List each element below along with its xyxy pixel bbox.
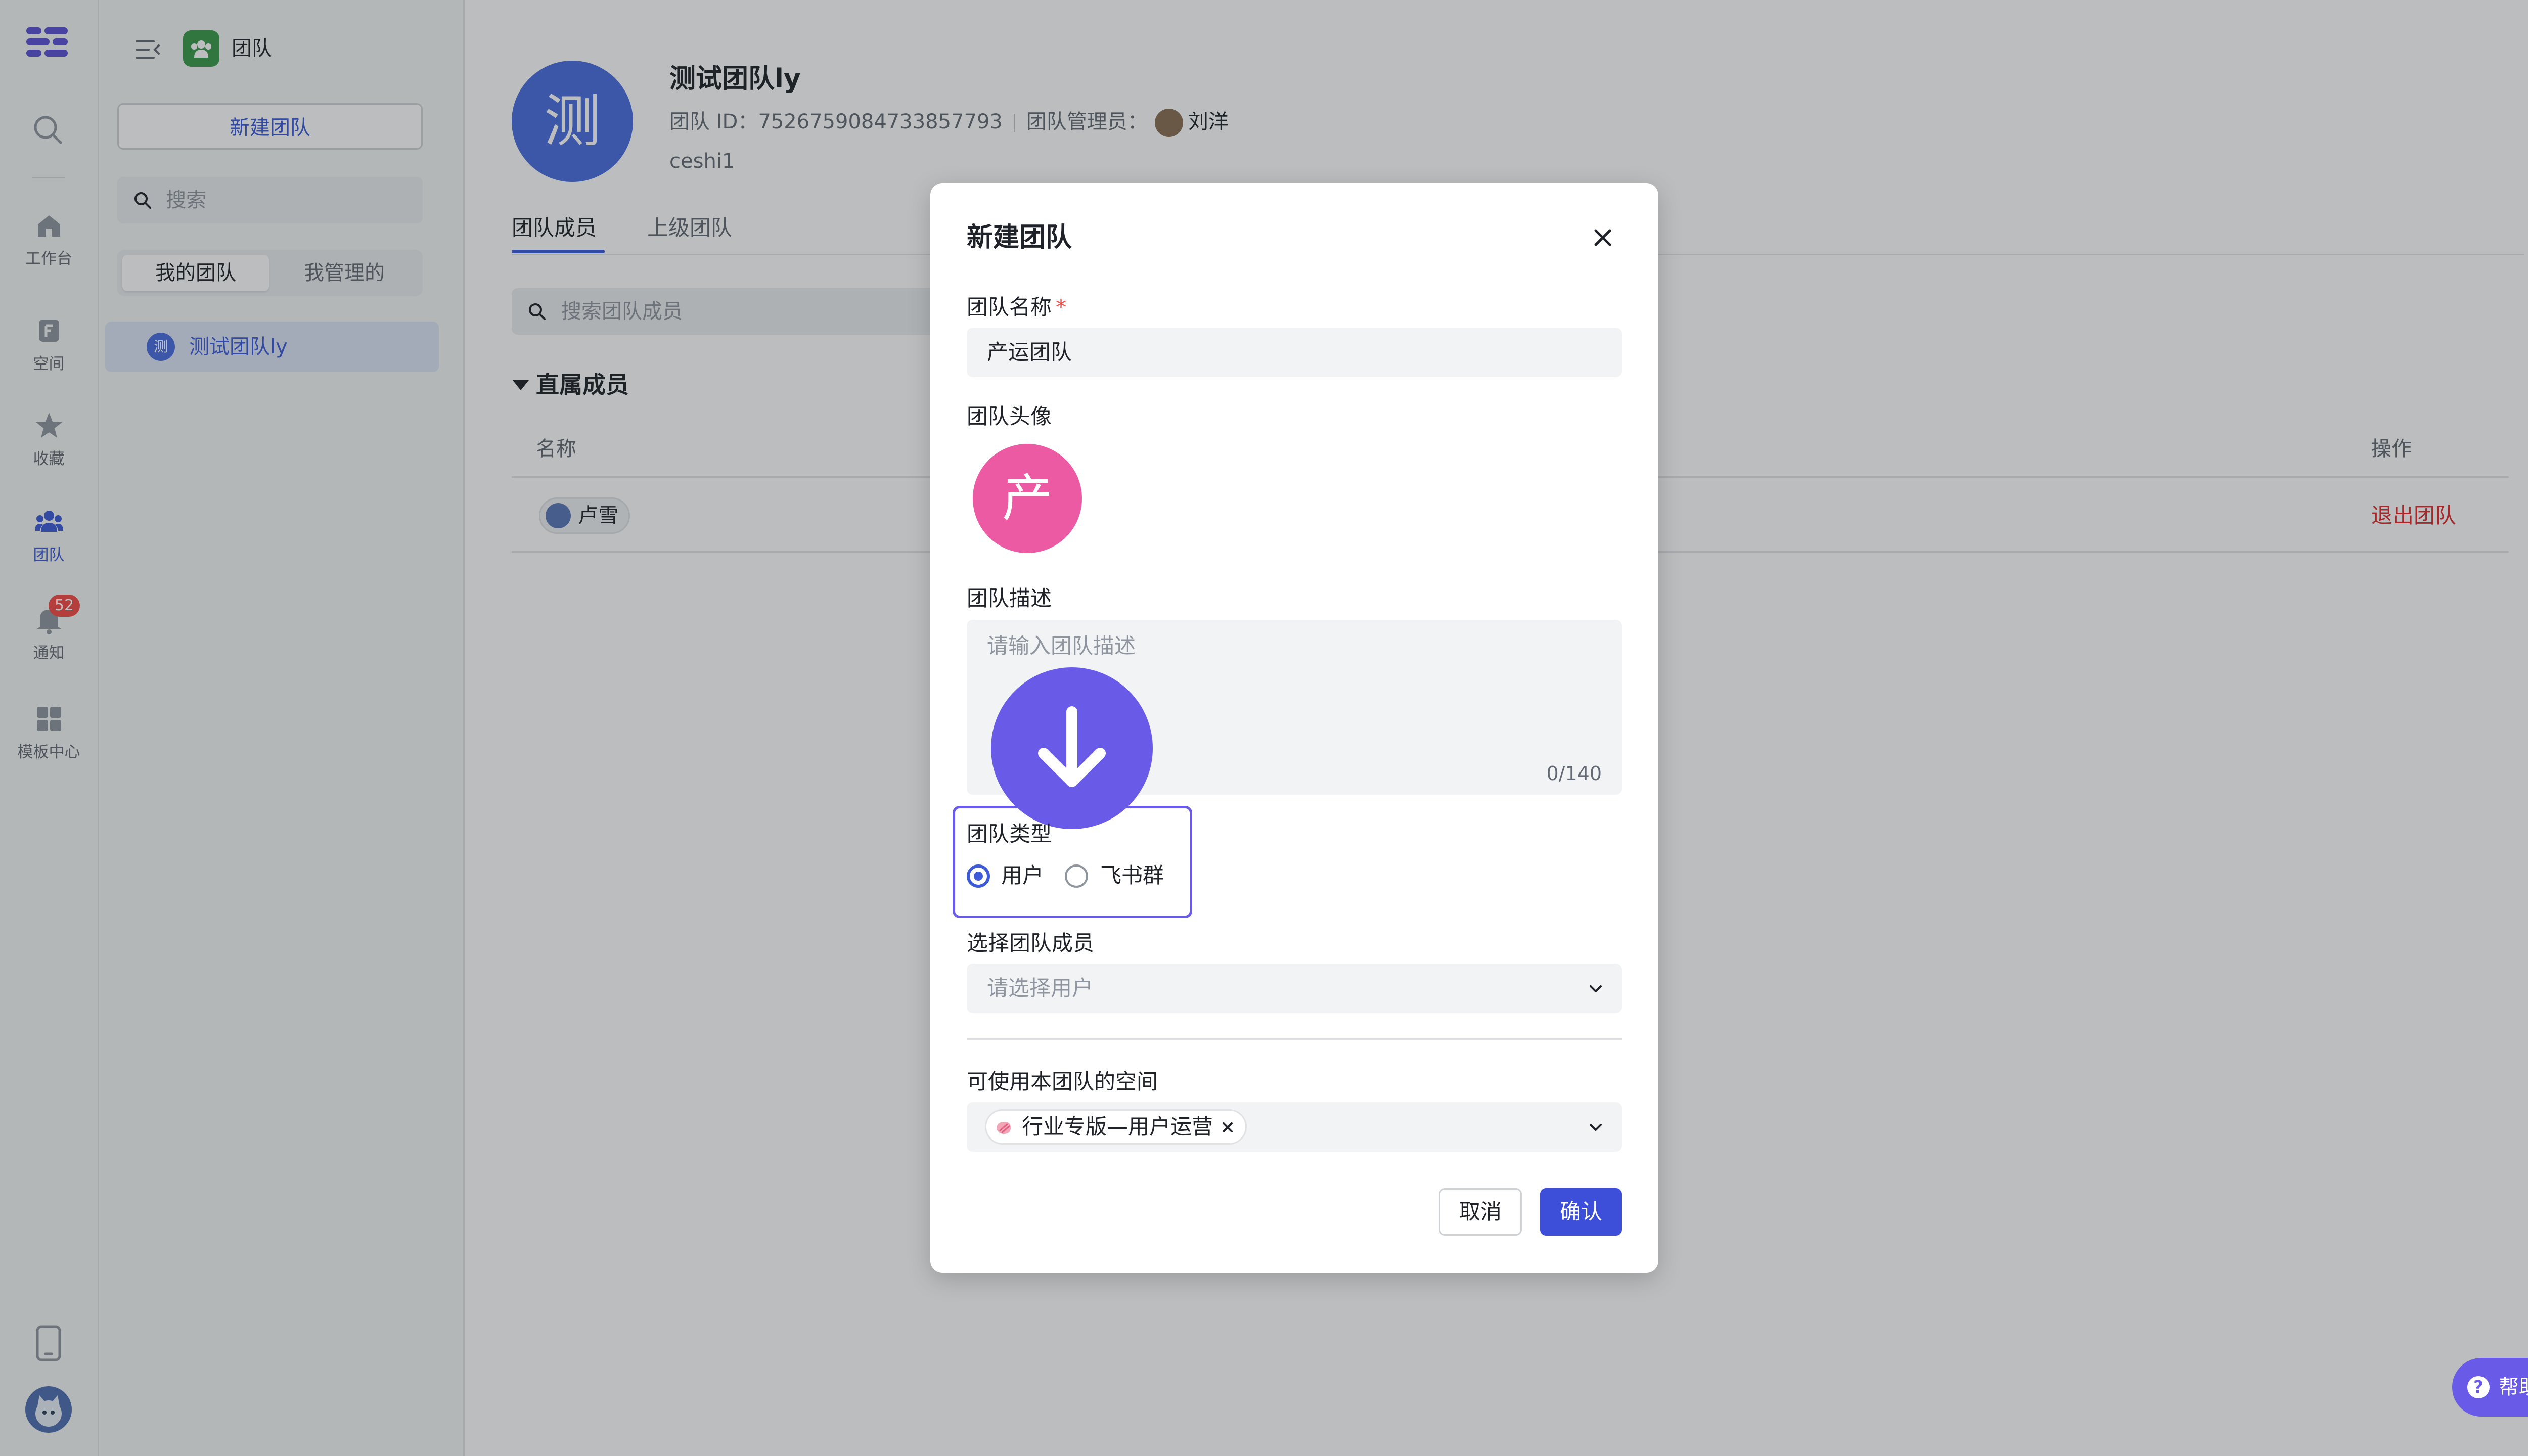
team-name-input[interactable]: 产运团队 xyxy=(967,328,1622,377)
help-label: 帮助 xyxy=(2499,1376,2528,1399)
description-placeholder: 请输入团队描述 xyxy=(987,633,1136,658)
chevron-down-icon xyxy=(1590,1124,1602,1131)
radio-lark-group-label[interactable]: 飞书群 xyxy=(1100,860,1164,891)
help-button[interactable]: ? 帮助 xyxy=(2452,1358,2528,1417)
space-tag-label: 行业专版—用户运营 xyxy=(1022,1114,1213,1139)
download-indicator xyxy=(991,667,1153,829)
space-label: 可使用本团队的空间 xyxy=(967,1069,1158,1094)
remove-tag-icon[interactable] xyxy=(1219,1119,1236,1136)
close-icon[interactable] xyxy=(1590,224,1616,251)
dialog-title: 新建团队 xyxy=(967,222,1072,253)
chevron-down-icon xyxy=(1590,985,1602,992)
radio-lark-group[interactable] xyxy=(1065,864,1088,888)
select-members-placeholder: 请选择用户 xyxy=(987,976,1094,1000)
cancel-button[interactable]: 取消 xyxy=(1439,1188,1522,1236)
select-members-label: 选择团队成员 xyxy=(967,931,1095,956)
description-char-count: 0/140 xyxy=(1546,762,1602,785)
form-divider xyxy=(967,1038,1622,1040)
help-icon: ? xyxy=(2467,1376,2490,1398)
team-type-label: 团队类型 xyxy=(967,822,1052,846)
arrow-down-icon xyxy=(1038,706,1106,787)
team-name-value: 产运团队 xyxy=(987,340,1072,365)
team-avatar-label: 团队头像 xyxy=(967,404,1052,429)
space-tag: 行业专版—用户运营 xyxy=(985,1109,1247,1145)
team-description-label: 团队描述 xyxy=(967,586,1052,611)
radio-user[interactable] xyxy=(967,864,990,888)
space-select-dropdown[interactable]: 行业专版—用户运营 xyxy=(967,1102,1622,1152)
confirm-button[interactable]: 确认 xyxy=(1540,1188,1622,1236)
select-members-dropdown[interactable]: 请选择用户 xyxy=(967,964,1622,1013)
radio-user-label[interactable]: 用户 xyxy=(1001,860,1044,891)
team-avatar-picker[interactable]: 产 xyxy=(973,444,1082,553)
team-name-label-text: 团队名称 xyxy=(967,295,1052,320)
required-mark: * xyxy=(1056,295,1067,320)
team-name-label: 团队名称 * xyxy=(967,292,1066,323)
space-tag-icon xyxy=(997,1122,1011,1134)
